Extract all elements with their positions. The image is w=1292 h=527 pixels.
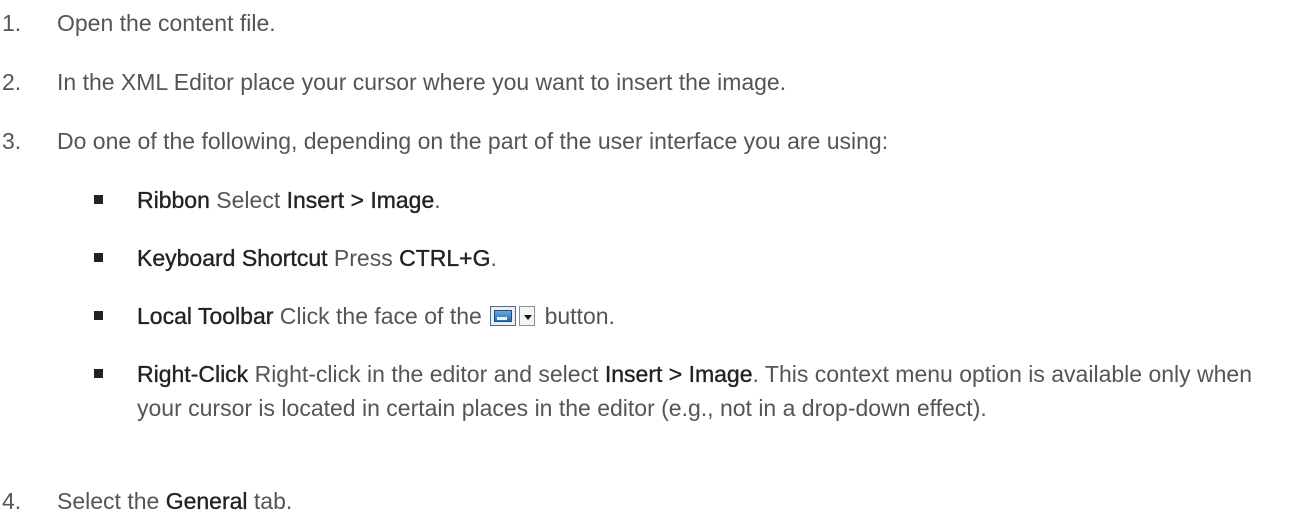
option-text: Right-Click Right-click in the editor an… <box>137 361 1253 421</box>
option-text: Ribbon Select Insert > Image. <box>137 187 441 213</box>
image-icon <box>490 306 517 326</box>
insert-image-toolbar-icon <box>490 306 536 328</box>
step-text: Do one of the following, depending on th… <box>57 128 889 154</box>
procedure-steps: 1. Open the content file. 2. In the XML … <box>0 0 1292 527</box>
bullet-icon <box>94 369 103 378</box>
step-number: 2. <box>2 69 22 95</box>
menu-path: Insert > Image <box>286 187 435 213</box>
tab-name: General <box>165 488 248 514</box>
bullet-icon <box>94 195 103 204</box>
bullet-icon <box>94 311 103 320</box>
step-number: 4. <box>2 488 22 514</box>
step-number: 3. <box>2 128 22 154</box>
dropdown-arrow-icon <box>519 306 536 326</box>
bullet-icon <box>94 253 103 262</box>
step-text: Select the General tab. <box>57 488 293 514</box>
option-text: Local Toolbar Click the face of the butt… <box>137 303 615 329</box>
step-number: 1. <box>2 10 22 36</box>
shortcut-keys: CTRL+G <box>399 245 491 271</box>
option-text: Keyboard Shortcut Press CTRL+G. <box>137 245 497 271</box>
option-label: Keyboard Shortcut <box>137 245 328 271</box>
option-label: Local Toolbar <box>137 303 274 329</box>
menu-path: Insert > Image <box>604 361 753 387</box>
step-text: In the XML Editor place your cursor wher… <box>57 69 787 95</box>
step-text: Open the content file. <box>57 10 276 36</box>
option-label: Ribbon <box>137 187 210 213</box>
option-label: Right-Click <box>137 361 249 387</box>
